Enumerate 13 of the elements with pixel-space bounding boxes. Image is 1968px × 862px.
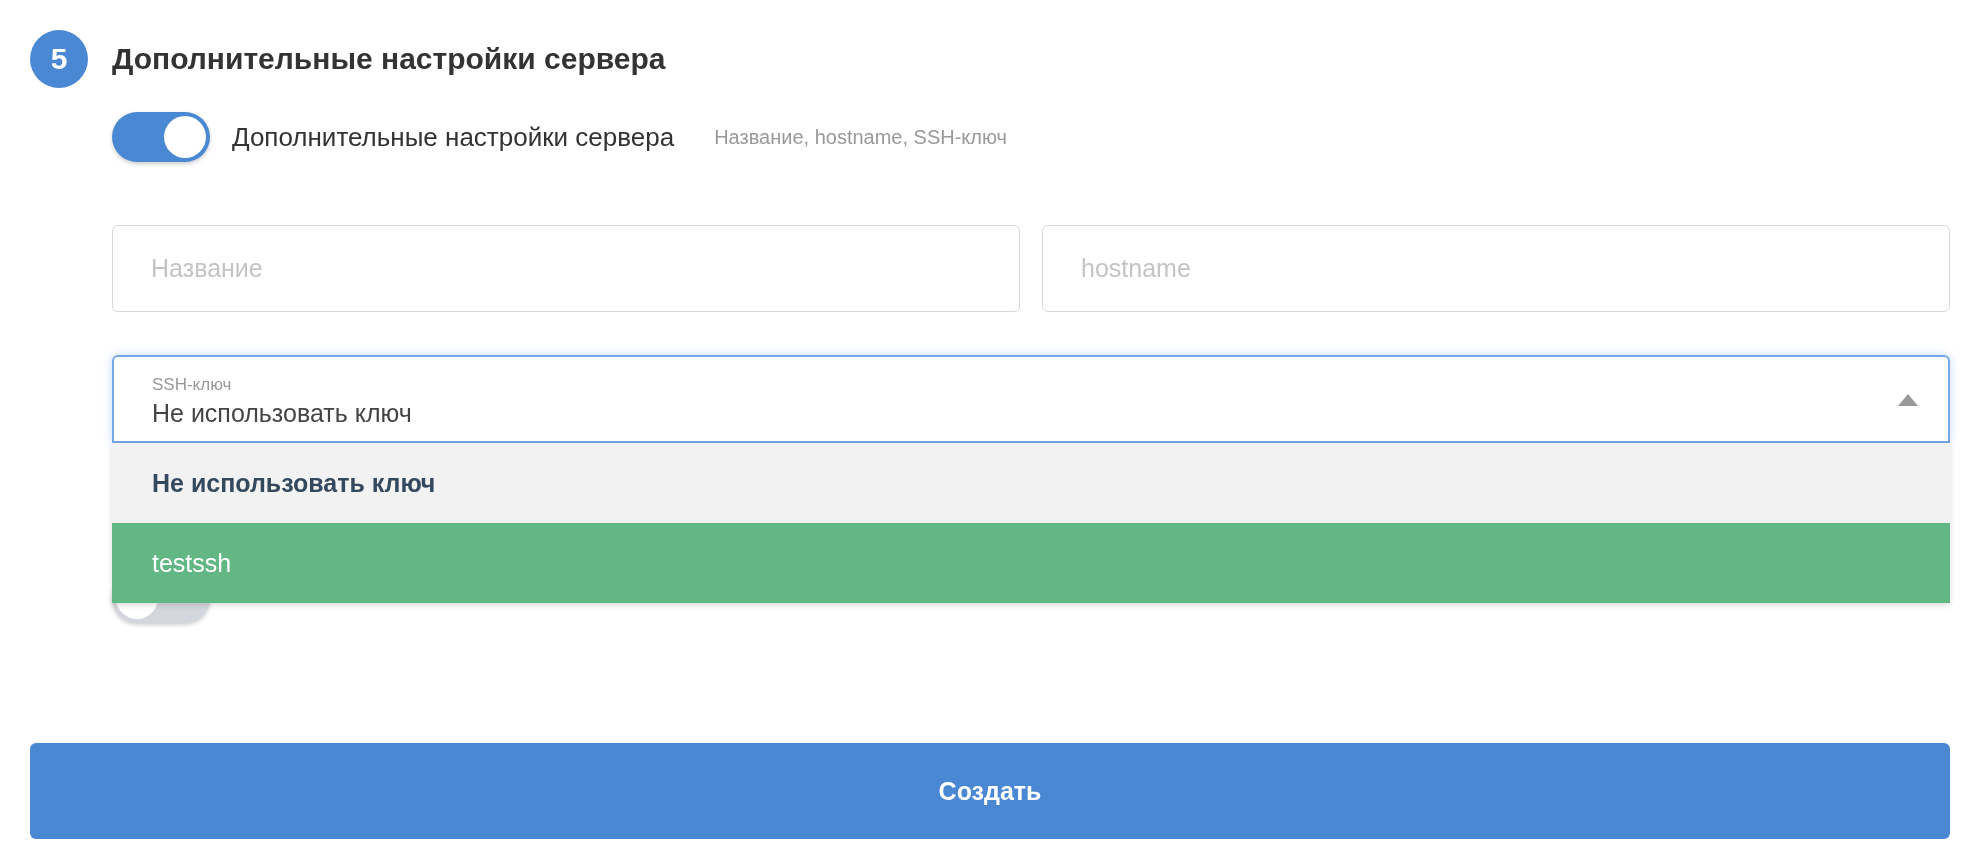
input-field[interactable]: hostname xyxy=(1042,225,1950,312)
floating-label: SSH-ключ xyxy=(152,374,232,395)
toggle-label: Дополнительные настройки сервера xyxy=(232,121,675,153)
create-button[interactable]: Создать xyxy=(30,743,1950,839)
caret-icon xyxy=(1898,394,1918,406)
step-number: 5 xyxy=(30,30,88,88)
toggle-switch[interactable] xyxy=(112,112,210,162)
select-field[interactable]: SSH-ключ Не использовать ключ xyxy=(112,355,1950,443)
dropdown-option[interactable]: Не использовать ключ xyxy=(112,443,1950,523)
section-title: Дополнительные настройки сервера xyxy=(112,42,666,76)
toggle-hint: Название, hostname, SSH-ключ xyxy=(714,125,1007,149)
select-value: Не использовать ключ xyxy=(152,398,412,428)
input-field[interactable]: Название xyxy=(112,225,1020,312)
